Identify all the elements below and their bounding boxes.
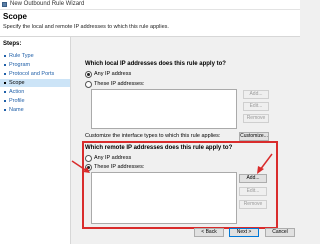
firewall-app-icon: [2, 2, 7, 7]
local-edit-button[interactable]: Edit...: [243, 102, 269, 111]
radio-label: Any IP address: [94, 71, 132, 77]
radio-selected-icon: [85, 71, 92, 78]
remote-edit-button[interactable]: Edit...: [239, 187, 267, 196]
step-label: Protocol and Ports: [9, 71, 55, 77]
customize-button[interactable]: Customize...: [239, 132, 269, 141]
radio-label: These IP addresses:: [94, 81, 145, 87]
step-name[interactable]: Name: [0, 106, 70, 114]
local-ip-question: Which local IP addresses does this rule …: [85, 61, 226, 67]
bullet-icon: [4, 109, 6, 111]
title-bar: New Outbound Rule Wizard: [0, 0, 300, 10]
local-any-ip-radio[interactable]: Any IP address: [85, 70, 165, 78]
bullet-icon: [4, 55, 6, 57]
local-add-button[interactable]: Add...: [243, 90, 269, 99]
annotation-arrow-add: [257, 153, 273, 174]
step-label: Name: [9, 107, 24, 113]
steps-label: Steps:: [3, 41, 22, 47]
step-label: Rule Type: [9, 53, 34, 59]
radio-label: These IP addresses:: [94, 164, 145, 170]
local-ip-list[interactable]: [91, 89, 237, 129]
bullet-icon: [4, 82, 6, 84]
radio-unselected-icon: [85, 81, 92, 88]
step-label: Program: [9, 62, 31, 68]
wizard-header: Scope Specify the local and remote IP ad…: [0, 10, 300, 37]
step-profile[interactable]: Profile: [0, 97, 70, 105]
bullet-icon: [4, 91, 6, 93]
step-rule-type[interactable]: Rule Type: [0, 52, 70, 60]
step-label: Scope: [9, 80, 25, 86]
page-description: Specify the local and remote IP addresse…: [3, 24, 169, 30]
page-title: Scope: [3, 12, 28, 21]
scope-content: Which local IP addresses does this rule …: [71, 37, 300, 244]
local-these-ip-radio[interactable]: These IP addresses:: [85, 80, 165, 88]
bullet-icon: [4, 100, 6, 102]
customize-text: Customize the interface types to which t…: [85, 133, 221, 139]
bullet-icon: [4, 73, 6, 75]
step-program[interactable]: Program: [0, 61, 70, 69]
back-button[interactable]: < Back: [194, 228, 224, 237]
step-scope[interactable]: Scope: [0, 79, 70, 87]
remote-remove-button[interactable]: Remove: [239, 200, 267, 209]
step-label: Profile: [9, 98, 25, 104]
window-title: New Outbound Rule Wizard: [10, 1, 85, 7]
cancel-button[interactable]: Cancel: [265, 228, 295, 237]
step-label: Action: [9, 89, 25, 95]
remote-ip-question: Which remote IP addresses does this rule…: [85, 145, 233, 151]
step-action[interactable]: Action: [0, 88, 70, 96]
next-button[interactable]: Next >: [229, 228, 259, 237]
local-remove-button[interactable]: Remove: [243, 114, 269, 123]
step-protocol-and-ports[interactable]: Protocol and Ports: [0, 70, 70, 78]
annotation-arrow-radio: [71, 160, 90, 173]
steps-sidebar: Steps: Rule Type Program Protocol and Po…: [0, 37, 71, 244]
remote-ip-list[interactable]: [91, 172, 237, 224]
bullet-icon: [4, 64, 6, 66]
